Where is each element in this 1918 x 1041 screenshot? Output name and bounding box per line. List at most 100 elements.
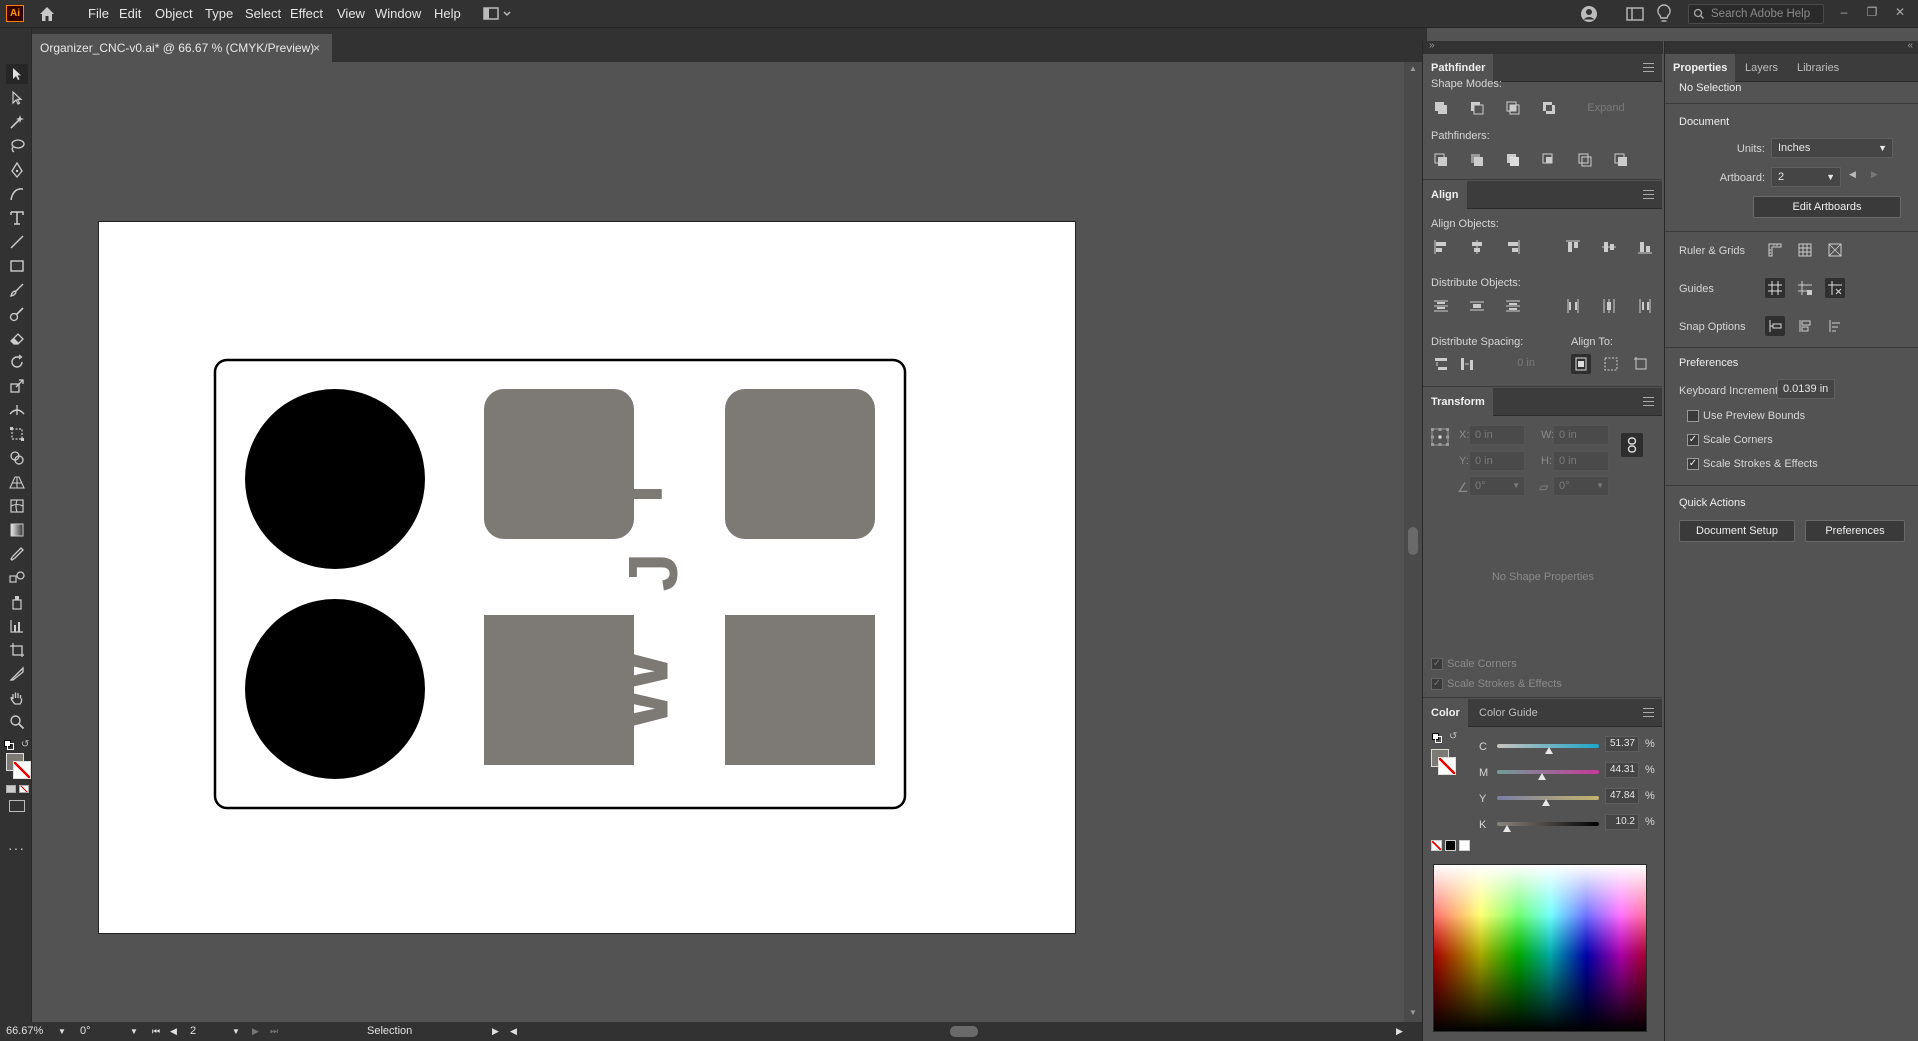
horizontal-distribute-space-icon[interactable] [1457,354,1477,374]
smart-guides-icon[interactable] [1825,278,1845,298]
home-icon[interactable] [38,5,56,23]
horizontal-align-center-icon[interactable] [1467,237,1487,257]
eyedropper-tool-icon[interactable] [6,544,28,564]
vertical-scrollbar[interactable]: ▲ ▼ [1404,62,1422,1022]
edit-artboards-button[interactable]: Edit Artboards [1753,196,1901,218]
bottom-right-square[interactable] [725,615,875,765]
none-mode-icon[interactable] [19,785,29,793]
use-preview-bounds-checkbox[interactable] [1687,410,1699,422]
lasso-tool-icon[interactable] [6,136,28,156]
color-menu-icon[interactable] [1643,708,1654,717]
vertical-align-bottom-icon[interactable] [1635,237,1655,257]
rotate-angle-field[interactable]: 0° ▼ [1469,476,1525,496]
scroll-left-arrow-icon[interactable]: ◀ [510,1024,517,1039]
magic-wand-tool-icon[interactable] [6,112,28,132]
channel-k-value[interactable]: 10.2 [1605,814,1639,830]
blend-tool-icon[interactable] [6,568,28,588]
vertical-distribute-bottom-icon[interactable] [1503,296,1523,316]
preferences-button[interactable]: Preferences [1805,520,1905,542]
merge-icon[interactable] [1503,150,1523,170]
swap-fill-stroke-icon[interactable]: ↺ [21,740,31,750]
default-fill-stroke-icon[interactable] [4,740,14,750]
align-to-key-object-icon[interactable] [1601,354,1621,374]
next-artboard-arrow-icon[interactable]: ▶ [1871,169,1878,180]
perspective-grid-tool-icon[interactable] [6,472,28,492]
restore-window-icon[interactable]: ❐ [1862,2,1882,22]
first-artboard-icon[interactable]: ⏮ [152,1024,160,1039]
tab-color-guide[interactable]: Color Guide [1471,699,1546,727]
discover-lightbulb-icon[interactable] [1657,4,1671,24]
bottom-left-circle[interactable] [245,599,425,779]
dock-collapse-icon[interactable]: » [1429,40,1435,51]
vertical-distribute-top-icon[interactable] [1431,296,1451,316]
height-field[interactable]: 0 in [1553,451,1609,471]
tab-properties[interactable]: Properties [1665,54,1736,82]
align-to-selection-icon[interactable] [1571,354,1591,374]
channel-k-thumb[interactable] [1503,825,1512,832]
letter-w[interactable]: W [585,646,687,733]
scroll-up-arrow-icon[interactable]: ▲ [1409,64,1417,73]
channel-m-value[interactable]: 44.31 [1605,762,1639,778]
horizontal-align-right-icon[interactable] [1503,237,1523,257]
pathfinder-menu-icon[interactable] [1643,63,1654,72]
channel-y-thumb[interactable] [1541,799,1550,806]
letter-t[interactable]: T [598,473,676,516]
channel-c-value[interactable]: 51.37 [1605,736,1639,752]
transparency-grid-icon[interactable] [1825,240,1845,260]
horizontal-distribute-left-icon[interactable] [1563,296,1583,316]
expand-button[interactable]: Expand [1573,98,1639,120]
tab-layers[interactable]: Layers [1737,54,1786,82]
show-guides-icon[interactable] [1765,278,1785,298]
search-adobe-help-input[interactable]: Search Adobe Help [1688,4,1824,24]
grid-icon[interactable] [1795,240,1815,260]
keyboard-increment-field[interactable]: 0.0139 in [1777,379,1835,399]
status-menu-arrow-icon[interactable]: ▶ [492,1024,499,1039]
align-to-artboard-icon[interactable] [1631,354,1651,374]
menu-help[interactable]: Help [434,0,461,28]
rulers-icon[interactable] [1765,240,1785,260]
shaper-tool-icon[interactable] [6,304,28,324]
artboard[interactable]: T J W [98,221,1076,934]
exclude-icon[interactable] [1539,98,1559,118]
reference-point-icon[interactable] [1431,428,1449,446]
drawing-modes-icon[interactable] [9,800,25,812]
rotation-field[interactable]: 0° [80,1024,91,1039]
paintbrush-tool-icon[interactable] [6,280,28,300]
workspace-switcher-icon[interactable] [483,6,513,22]
intersect-icon[interactable] [1503,98,1523,118]
dock-header[interactable]: » [1423,40,1663,54]
x-field[interactable]: 0 in [1469,425,1525,445]
width-tool-icon[interactable] [6,400,28,420]
letter-j[interactable]: J [614,553,692,592]
symbol-sprayer-tool-icon[interactable] [6,592,28,612]
line-segment-tool-icon[interactable] [6,232,28,252]
channel-m-thumb[interactable] [1538,773,1547,780]
mesh-tool-icon[interactable] [6,496,28,516]
document-setup-button[interactable]: Document Setup [1679,520,1795,542]
rotate-tool-icon[interactable] [6,352,28,372]
previous-artboard-arrow-icon[interactable]: ◀ [1849,169,1856,180]
outline-icon[interactable] [1575,150,1595,170]
horizontal-scroll-thumb[interactable] [950,1026,978,1037]
top-left-circle[interactable] [245,389,425,569]
artboard-number-field[interactable]: 2 [190,1024,196,1039]
none-swatch[interactable] [1431,840,1442,851]
minus-front-icon[interactable] [1467,98,1487,118]
slice-tool-icon[interactable] [6,664,28,684]
trim-icon[interactable] [1467,150,1487,170]
tab-libraries[interactable]: Libraries [1789,54,1847,82]
divide-icon[interactable] [1431,150,1451,170]
scroll-right-arrow-icon[interactable]: ▶ [1396,1024,1403,1039]
scroll-down-arrow-icon[interactable]: ▼ [1409,1008,1417,1017]
transform-scale-strokes-checkbox[interactable]: ✓ [1431,678,1443,690]
free-transform-tool-icon[interactable] [6,424,28,444]
pen-tool-icon[interactable] [6,160,28,180]
menu-window[interactable]: Window [375,0,421,28]
align-menu-icon[interactable] [1643,190,1654,199]
right-dock-collapse-icon[interactable]: « [1907,40,1913,51]
menu-file[interactable]: File [88,0,109,28]
close-document-icon[interactable]: × [313,34,320,62]
artboard-dropdown-icon[interactable]: ▼ [232,1024,240,1039]
vertical-align-center-icon[interactable] [1599,237,1619,257]
vertical-scroll-thumb[interactable] [1408,527,1418,555]
